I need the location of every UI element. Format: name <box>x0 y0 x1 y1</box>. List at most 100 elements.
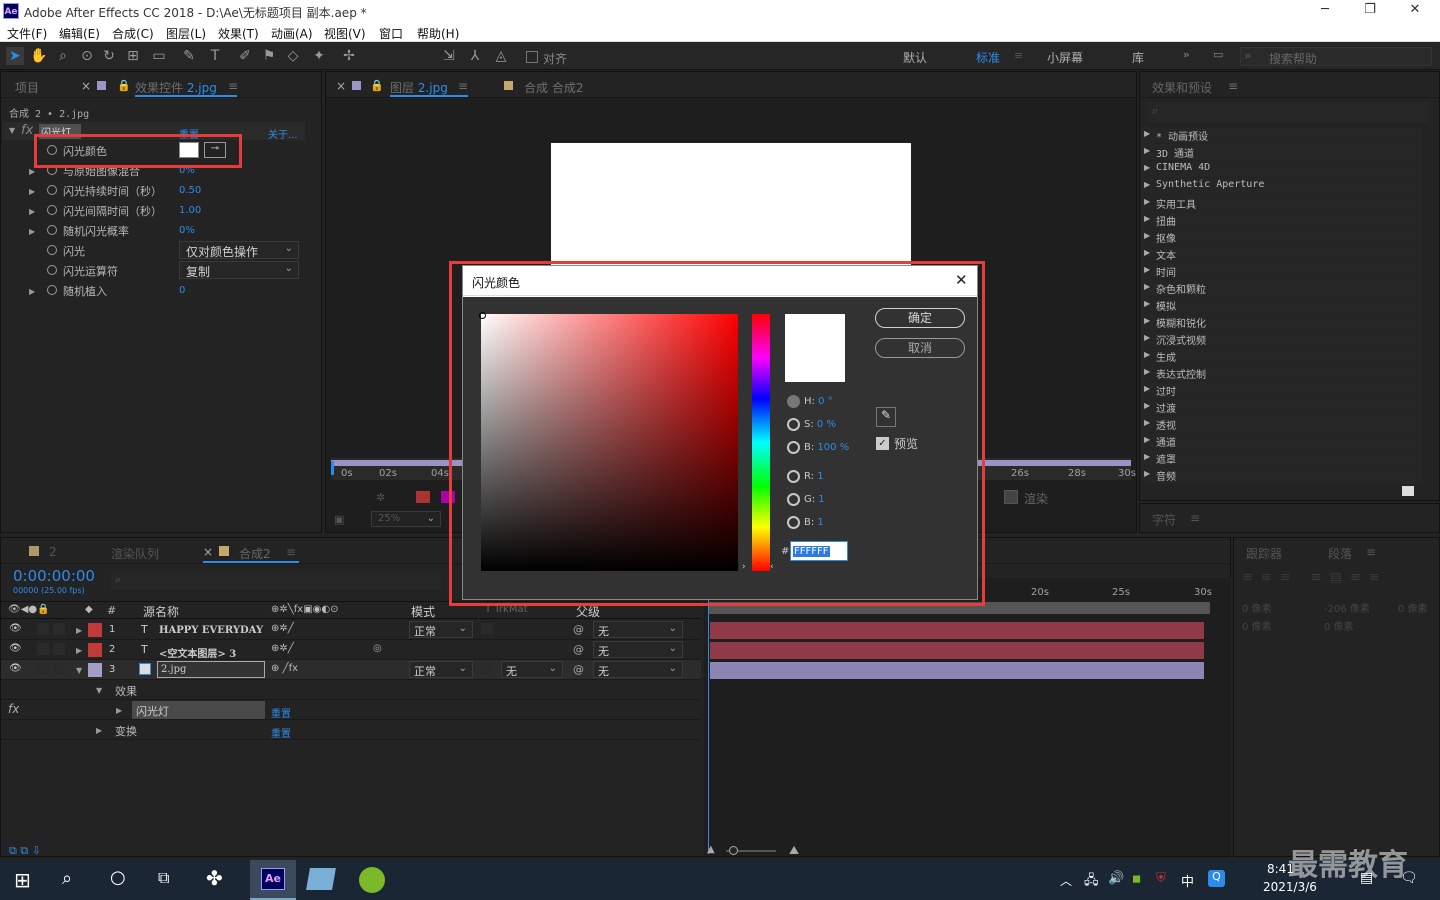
effect-name-cell[interactable]: 闪光灯 <box>132 701 265 719</box>
more-workspaces-icon[interactable]: » <box>1183 48 1190 61</box>
visibility-eye-icon[interactable]: 👁 <box>9 643 22 654</box>
region-icon[interactable]: ✲ <box>376 491 385 504</box>
menu-window[interactable]: 窗口 <box>379 25 403 42</box>
collapse-icon[interactable]: ▼ <box>9 126 15 135</box>
tab-paragraph[interactable]: 段落 <box>1328 545 1352 562</box>
layer-row-selected[interactable]: 👁 ▼ 3 2.jpg ⊕ ╱fx 正常 ⌄ 无 ⌄ @ 无 ⌄ <box>1 660 701 680</box>
axis-icon[interactable]: ⇲ <box>440 47 458 65</box>
menu-file[interactable]: 文件(F) <box>7 25 47 42</box>
effect-category-item[interactable]: ▶ 过渡 <box>1142 399 1422 415</box>
zoom-in-icon[interactable]: ⛰ <box>789 843 799 858</box>
zoom-slider-knob[interactable] <box>729 846 738 855</box>
volume-icon[interactable]: 🔊 <box>1108 871 1124 886</box>
prop-random-value[interactable]: 0% <box>179 225 195 236</box>
effect-category-item[interactable]: ▶ CINEMA 4D <box>1142 161 1422 177</box>
tab-effect-controls[interactable]: 效果控件 2.jpg <box>135 79 217 96</box>
motion-blur-icon[interactable]: ◎ <box>373 643 382 654</box>
effect-category-item[interactable]: ▶ 抠像 <box>1142 229 1422 245</box>
expand-icon[interactable]: ▶ <box>1144 350 1150 359</box>
effect-category-item[interactable]: ▶ 模拟 <box>1142 297 1422 313</box>
expand-icon[interactable]: ▶ <box>1144 452 1150 461</box>
parent-dropdown[interactable]: 无 ⌄ <box>593 621 683 638</box>
layer-label-color[interactable] <box>88 623 102 637</box>
expand-icon[interactable]: ▶ <box>1144 265 1150 274</box>
layer-bar-selected[interactable] <box>710 662 1204 679</box>
nvidia-icon[interactable]: ◼ <box>1132 872 1141 885</box>
menu-view[interactable]: 视图(V) <box>324 25 366 42</box>
orbit-tool-icon[interactable]: ⊙ <box>78 47 96 65</box>
parent-dropdown[interactable]: 无 ⌄ <box>593 661 683 678</box>
roto-tool-icon[interactable]: ✦ <box>310 47 328 65</box>
tab-tracker[interactable]: 跟踪器 <box>1246 545 1282 562</box>
mode-dropdown[interactable]: 正常 ⌄ <box>409 621 473 638</box>
notes-icon[interactable]: ▤ <box>1360 870 1373 886</box>
layer-switches[interactable]: ⊕ ╱fx <box>271 663 298 674</box>
menu-animation[interactable]: 动画(A) <box>271 25 313 42</box>
effect-category-item[interactable]: ▶ 生成 <box>1142 348 1422 364</box>
melon-app-icon[interactable] <box>359 867 385 893</box>
expand-icon[interactable]: ▶ <box>1144 333 1150 342</box>
new-bin-icon[interactable] <box>1402 486 1414 496</box>
sync-icon[interactable]: ▭ <box>1213 48 1223 61</box>
effect-row[interactable]: fx ▶ 闪光灯 重置 <box>1 700 701 720</box>
tab-close-icon[interactable]: × <box>336 79 346 93</box>
effects-group-row[interactable]: ▼ 效果 <box>1 680 701 700</box>
layer-row[interactable]: 👁 ▶ 1 T HAPPY EVERYDAY ⊕✲╱ 正常 ⌄ @ 无 ⌄ <box>1 620 701 640</box>
menu-composition[interactable]: 合成(C) <box>112 25 154 42</box>
trkmat-dropdown[interactable]: 无 ⌄ <box>501 661 563 678</box>
anchor-tool-icon[interactable]: ⊞ <box>124 47 142 65</box>
pickwhip-icon[interactable]: @ <box>573 643 584 656</box>
panel-menu-icon[interactable]: ≡ <box>1228 79 1238 93</box>
text-tool-icon[interactable]: T <box>206 47 224 65</box>
stopwatch-icon[interactable] <box>47 285 57 295</box>
tab-comp-short[interactable]: 2 <box>49 545 57 559</box>
workspace-standard[interactable]: 标准 <box>976 49 1000 66</box>
expand-icon[interactable]: ▶ <box>1144 197 1150 206</box>
panel-menu-icon[interactable]: ≡ <box>1366 545 1376 559</box>
indent-left[interactable]: 0 像素 <box>1242 600 1272 615</box>
selection-tool-icon[interactable]: ➤ <box>6 47 24 65</box>
stamp-tool-icon[interactable]: ⚑ <box>260 47 278 65</box>
timeline-search-input[interactable]: ⌕ <box>111 572 441 590</box>
expand-icon[interactable]: ▶ <box>1144 282 1150 291</box>
tab-project[interactable]: 项目 <box>15 79 39 96</box>
timecode[interactable]: 0:00:00:00 <box>13 567 95 585</box>
flash-dropdown[interactable]: 仅对颜色操作 ⌄ <box>179 241 299 259</box>
layer-label-color[interactable] <box>88 643 102 657</box>
workspace-default[interactable]: 默认 <box>903 49 927 66</box>
panel-menu-icon[interactable]: ≡ <box>1190 511 1200 525</box>
taskbar-ae-button[interactable]: Ae <box>250 860 296 900</box>
effect-category-item[interactable]: ▶ 文本 <box>1142 246 1422 262</box>
eye-column-icon[interactable]: 👁◀●🔒 <box>8 604 50 615</box>
render-checkbox[interactable] <box>1004 490 1018 504</box>
layer-bar[interactable] <box>710 622 1204 639</box>
space-before[interactable]: 0 像素 <box>1242 618 1272 633</box>
expand-icon[interactable]: ▶ <box>1144 231 1150 240</box>
stopwatch-icon[interactable] <box>47 245 57 255</box>
effect-category-item[interactable]: ▶ 遮罩 <box>1142 450 1422 466</box>
effect-category-item[interactable]: ▶ 时间 <box>1142 263 1422 279</box>
expand-icon[interactable]: ▶ <box>29 167 35 176</box>
expand-icon[interactable]: ▶ <box>1144 299 1150 308</box>
fx-icon[interactable]: fx <box>8 702 19 716</box>
layer-name[interactable]: <空文本图层> 3 <box>159 645 236 660</box>
expand-icon[interactable]: ▶ <box>1144 163 1150 172</box>
expand-icon[interactable]: ▶ <box>1144 248 1150 257</box>
minimize-icon[interactable]: ─ <box>1310 2 1340 20</box>
fx-icon[interactable]: fx <box>21 123 33 138</box>
snap-checkbox[interactable] <box>526 51 538 63</box>
effect-category-item[interactable]: ▶ 音频 <box>1142 467 1422 483</box>
visibility-eye-icon[interactable]: 👁 <box>9 623 22 634</box>
workspace-small-screen[interactable]: 小屏幕 <box>1047 49 1083 66</box>
expand-icon[interactable]: ▶ <box>1144 384 1150 393</box>
expand-icon[interactable]: ▶ <box>1144 469 1150 478</box>
layer-label-color[interactable] <box>88 663 102 677</box>
security-icon[interactable]: ⛨ <box>1156 871 1166 886</box>
panel-menu-icon[interactable]: ≡ <box>228 79 238 93</box>
tab-close-icon[interactable]: × <box>81 79 91 93</box>
stopwatch-icon[interactable] <box>47 205 57 215</box>
tab-render-queue[interactable]: 渲染队列 <box>111 545 159 562</box>
expand-icon[interactable]: ▶ <box>1144 435 1150 444</box>
collapse-icon[interactable]: ▼ <box>76 666 82 675</box>
effects-search-input[interactable]: ⌕ <box>1148 102 1428 122</box>
